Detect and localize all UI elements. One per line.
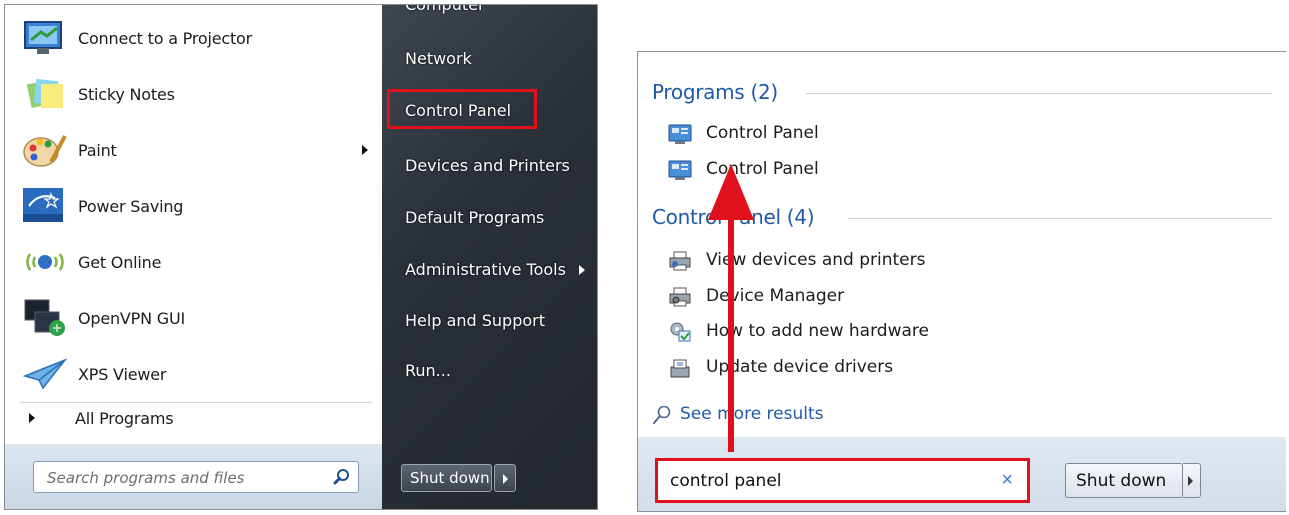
search-icon[interactable] bbox=[333, 468, 351, 486]
program-xps-viewer[interactable]: XPS Viewer bbox=[5, 349, 382, 399]
sticky-notes-icon bbox=[26, 78, 63, 109]
all-programs-button[interactable]: All Programs bbox=[5, 398, 382, 438]
program-openvpn-gui[interactable]: OpenVPN GUI bbox=[5, 293, 382, 343]
search-input-value: control panel bbox=[670, 471, 782, 491]
result-label: How to add new hardware bbox=[706, 321, 929, 341]
openvpn-icon bbox=[24, 299, 65, 336]
program-label: Paint bbox=[78, 140, 117, 160]
program-label: Sticky Notes bbox=[78, 84, 175, 104]
shutdown-button[interactable]: Shut down bbox=[1065, 463, 1183, 498]
result-control-panel-2[interactable]: Control Panel bbox=[668, 156, 1068, 186]
program-label: Get Online bbox=[78, 252, 162, 272]
shutdown-arrow-icon bbox=[1188, 476, 1193, 486]
start-menu: Connect to a Projector Sticky Notes Pain… bbox=[4, 4, 598, 510]
place-run[interactable]: Run... bbox=[405, 361, 451, 380]
place-default-programs[interactable]: Default Programs bbox=[405, 208, 544, 227]
administrative-tools-arrow-icon bbox=[579, 265, 585, 275]
search-placeholder: Search programs and files bbox=[47, 469, 245, 487]
shutdown-label: Shut down bbox=[410, 469, 490, 487]
xps-viewer-icon bbox=[22, 358, 68, 390]
group-divider bbox=[848, 218, 1272, 219]
driver-update-icon bbox=[670, 359, 690, 378]
start-search-box[interactable]: control panel × bbox=[655, 458, 1030, 503]
program-label: OpenVPN GUI bbox=[78, 308, 186, 328]
control-panel-icon bbox=[668, 124, 692, 144]
see-more-label: See more results bbox=[680, 404, 824, 424]
start-menu-programs-pane: Connect to a Projector Sticky Notes Pain… bbox=[5, 5, 382, 509]
result-view-devices-and-printers[interactable]: View devices and printers bbox=[668, 247, 1068, 277]
search-results-panel: Programs (2) Control Panel Control Panel… bbox=[637, 51, 1286, 512]
place-network[interactable]: Network bbox=[405, 49, 472, 68]
get-online-icon bbox=[26, 253, 64, 271]
program-label: Connect to a Projector bbox=[78, 28, 252, 48]
program-connect-to-projector[interactable]: Connect to a Projector bbox=[5, 13, 382, 63]
control-panel-icon bbox=[668, 160, 692, 180]
all-programs-arrow-icon bbox=[29, 413, 35, 423]
group-control-panel-title[interactable]: Control Panel (4) bbox=[652, 205, 815, 229]
place-administrative-tools[interactable]: Administrative Tools bbox=[405, 260, 566, 279]
printer-icon bbox=[669, 251, 691, 271]
program-sticky-notes[interactable]: Sticky Notes bbox=[5, 69, 382, 119]
start-search-box[interactable]: Search programs and files bbox=[33, 461, 359, 493]
group-programs-title[interactable]: Programs (2) bbox=[652, 80, 778, 104]
see-more-results-link[interactable]: See more results bbox=[652, 401, 952, 431]
result-device-manager[interactable]: Device Manager bbox=[668, 283, 1068, 313]
result-label: Device Manager bbox=[706, 286, 845, 306]
start-menu-places-pane: Computer Network Control Panel Devices a… bbox=[382, 5, 597, 509]
shutdown-options-button[interactable] bbox=[494, 464, 516, 492]
place-computer[interactable]: Computer bbox=[405, 5, 485, 14]
place-help-and-support[interactable]: Help and Support bbox=[405, 311, 545, 330]
program-paint[interactable]: Paint bbox=[5, 125, 382, 175]
shutdown-arrow-icon bbox=[503, 474, 508, 484]
submenu-arrow-icon bbox=[362, 145, 368, 155]
device-manager-icon bbox=[669, 287, 691, 307]
hardware-icon bbox=[670, 322, 691, 342]
place-devices-and-printers[interactable]: Devices and Printers bbox=[405, 156, 570, 175]
shutdown-label: Shut down bbox=[1076, 471, 1167, 491]
result-label: Control Panel bbox=[706, 123, 819, 143]
paint-palette-icon bbox=[23, 135, 67, 167]
group-divider bbox=[806, 93, 1272, 94]
result-label: View devices and printers bbox=[706, 250, 926, 270]
shutdown-button[interactable]: Shut down bbox=[401, 464, 492, 492]
result-label: Control Panel bbox=[706, 159, 819, 179]
program-label: XPS Viewer bbox=[78, 364, 167, 384]
result-how-to-add-new-hardware[interactable]: How to add new hardware bbox=[668, 318, 1068, 348]
shutdown-options-button[interactable] bbox=[1183, 463, 1201, 498]
energy-star-icon bbox=[23, 188, 63, 222]
program-power-saving[interactable]: Power Saving bbox=[5, 181, 382, 231]
result-control-panel-1[interactable]: Control Panel bbox=[668, 120, 1068, 150]
result-update-device-drivers[interactable]: Update device drivers bbox=[668, 354, 1068, 384]
place-control-panel[interactable]: Control Panel bbox=[405, 101, 511, 120]
clear-search-icon[interactable]: × bbox=[1001, 469, 1013, 492]
result-label: Update device drivers bbox=[706, 357, 894, 377]
program-get-online[interactable]: Get Online bbox=[5, 237, 382, 287]
projector-icon bbox=[24, 21, 62, 54]
program-label: Power Saving bbox=[78, 196, 184, 216]
all-programs-label: All Programs bbox=[75, 408, 174, 428]
search-icon bbox=[653, 405, 671, 424]
